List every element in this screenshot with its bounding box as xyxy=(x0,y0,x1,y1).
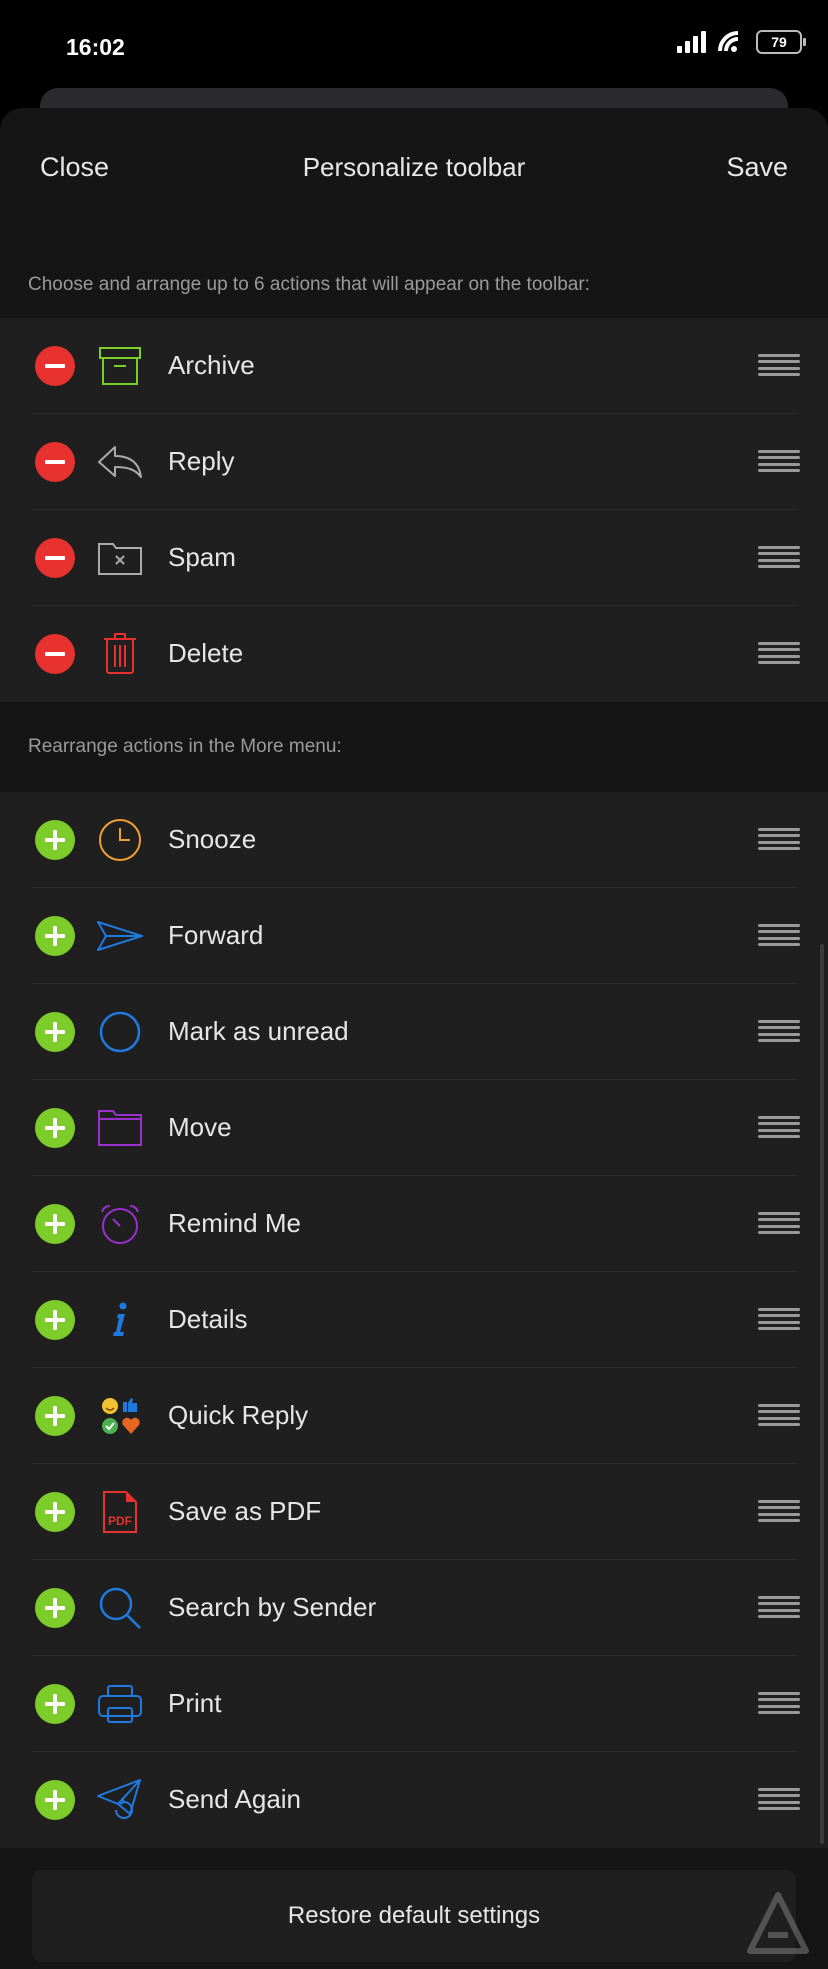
list-item[interactable]: Print xyxy=(0,1656,828,1752)
add-button[interactable] xyxy=(35,1300,75,1340)
toolbar-section-description: Choose and arrange up to 6 actions that … xyxy=(28,274,590,295)
item-label: Spam xyxy=(168,542,236,572)
delete-icon xyxy=(96,632,144,676)
signal-icon xyxy=(677,31,706,53)
status-time: 16:02 xyxy=(66,34,125,60)
printer-icon xyxy=(96,1682,144,1726)
scrollbar[interactable] xyxy=(820,944,824,1844)
item-label: Details xyxy=(168,1304,248,1334)
reply-icon xyxy=(96,440,144,484)
drag-handle[interactable] xyxy=(758,1404,800,1426)
add-button[interactable] xyxy=(35,1012,75,1052)
list-item[interactable]: Delete xyxy=(0,606,828,702)
item-label: Remind Me xyxy=(168,1208,301,1238)
search-icon xyxy=(96,1586,144,1630)
alarm-icon xyxy=(96,1202,144,1246)
pdf-icon: PDF xyxy=(96,1490,144,1534)
drag-handle[interactable] xyxy=(758,1116,800,1138)
pdf-icon-text: PDF xyxy=(108,1514,132,1528)
list-item[interactable]: Move xyxy=(0,1080,828,1176)
status-bar: 16:02 79 xyxy=(0,0,828,90)
drag-handle[interactable] xyxy=(758,354,800,376)
drag-handle[interactable] xyxy=(758,1500,800,1522)
item-label: Snooze xyxy=(168,824,257,854)
drag-handle[interactable] xyxy=(758,924,800,946)
item-label: Save as PDF xyxy=(168,1496,322,1526)
item-label: Search by Sender xyxy=(168,1592,377,1622)
drag-handle[interactable] xyxy=(758,1308,800,1330)
add-button[interactable] xyxy=(35,1588,75,1628)
personalize-toolbar-sheet: Close Personalize toolbar Save Choose an… xyxy=(0,108,828,1969)
list-item[interactable]: Mark as unread xyxy=(0,984,828,1080)
list-item[interactable]: Remind Me xyxy=(0,1176,828,1272)
drag-handle[interactable] xyxy=(758,1596,800,1618)
item-label: Move xyxy=(168,1112,232,1142)
add-button[interactable] xyxy=(35,1780,75,1820)
item-label: Reply xyxy=(168,446,235,476)
item-label: Print xyxy=(168,1688,222,1718)
item-label: Delete xyxy=(168,638,244,668)
forward-icon xyxy=(96,914,144,958)
drag-handle[interactable] xyxy=(758,642,800,664)
add-button[interactable] xyxy=(35,820,75,860)
add-button[interactable] xyxy=(35,916,75,956)
save-button[interactable]: Save xyxy=(726,152,788,183)
item-label: Send Again xyxy=(168,1784,302,1814)
spam-icon xyxy=(96,536,144,580)
list-item[interactable]: Reply xyxy=(0,414,828,510)
drag-handle[interactable] xyxy=(758,546,800,568)
list-item[interactable]: Details xyxy=(0,1272,828,1368)
clock-icon xyxy=(96,818,144,862)
remove-button[interactable] xyxy=(35,442,75,482)
add-button[interactable] xyxy=(35,1492,75,1532)
item-label: Forward xyxy=(168,920,264,950)
drag-handle[interactable] xyxy=(758,1212,800,1234)
list-item[interactable]: Send Again xyxy=(0,1752,828,1848)
add-button[interactable] xyxy=(35,1684,75,1724)
more-section-description: Rearrange actions in the More menu: xyxy=(28,736,342,757)
drag-handle[interactable] xyxy=(758,1692,800,1714)
list-item[interactable]: Quick Reply xyxy=(0,1368,828,1464)
add-button[interactable] xyxy=(35,1204,75,1244)
list-item[interactable]: Search by Sender xyxy=(0,1560,828,1656)
logo-icon xyxy=(747,1892,809,1954)
restore-section: Restore default settings xyxy=(0,1848,828,1962)
item-label: Mark as unread xyxy=(168,1016,349,1046)
drag-handle[interactable] xyxy=(758,1020,800,1042)
list-item[interactable]: PDF Save as PDF xyxy=(0,1464,828,1560)
header: Close Personalize toolbar Save xyxy=(0,108,828,228)
drag-handle[interactable] xyxy=(758,828,800,850)
drag-handle[interactable] xyxy=(758,1788,800,1810)
send-again-icon xyxy=(96,1778,144,1822)
list-item[interactable]: Snooze xyxy=(0,792,828,888)
item-label: Quick Reply xyxy=(168,1400,309,1430)
add-button[interactable] xyxy=(35,1396,75,1436)
toolbar-actions-list: Archive Reply Spam Delete xyxy=(0,318,828,702)
remove-button[interactable] xyxy=(35,634,75,674)
list-item[interactable]: Forward xyxy=(0,888,828,984)
circle-icon xyxy=(96,1010,144,1054)
page-title: Personalize toolbar xyxy=(302,152,526,182)
restore-defaults-button[interactable]: Restore default settings xyxy=(32,1870,796,1962)
add-button[interactable] xyxy=(35,1108,75,1148)
drag-handle[interactable] xyxy=(758,450,800,472)
status-icons: 79 xyxy=(676,30,806,54)
remove-button[interactable] xyxy=(35,346,75,386)
remove-button[interactable] xyxy=(35,538,75,578)
list-item[interactable]: Spam xyxy=(0,510,828,606)
item-label: Archive xyxy=(168,350,255,380)
battery-indicator: 79 xyxy=(756,30,806,54)
info-icon xyxy=(96,1298,144,1342)
quick-reply-icon xyxy=(96,1394,144,1438)
wifi-icon xyxy=(718,31,739,52)
archive-icon xyxy=(96,344,144,388)
more-actions-list: Snooze Forward Mark as unread Move Remin… xyxy=(0,792,828,1848)
folder-icon xyxy=(96,1106,144,1150)
list-item[interactable]: Archive xyxy=(0,318,828,414)
